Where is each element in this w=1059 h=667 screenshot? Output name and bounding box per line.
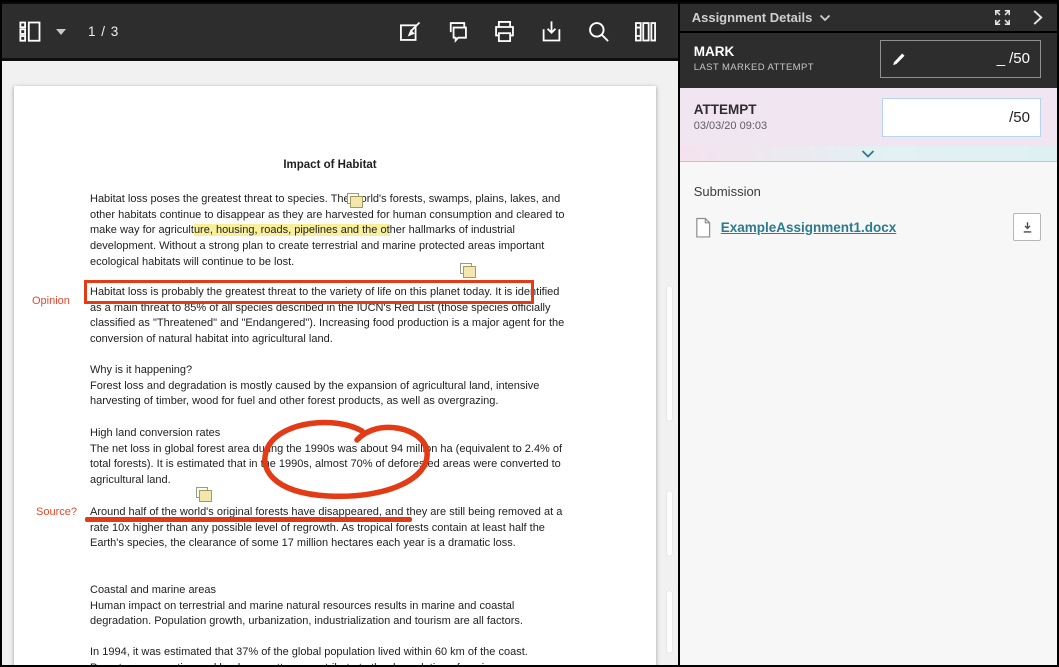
attempt-label: ATTEMPT	[694, 102, 882, 117]
print-icon[interactable]	[491, 17, 519, 45]
annotate-grading-window: 1 / 3	[0, 0, 1059, 667]
document-title: Impact of Habitat	[90, 159, 570, 171]
source-margin-note[interactable]: Source?	[36, 506, 77, 518]
scrollbar-thumb[interactable]	[667, 286, 672, 421]
caret-down-icon[interactable]	[56, 29, 66, 35]
doc-paragraph: Habitat loss poses the greatest threat t…	[90, 192, 570, 271]
pencil-icon	[891, 51, 907, 67]
assignment-details-panel: Assignment Details MARK LAST MARKED ATTE…	[678, 2, 1057, 665]
document-scroll-area[interactable]: Impact of Habitat Habitat loss poses the…	[2, 61, 678, 665]
comment-icon[interactable]	[444, 17, 472, 45]
red-circle-annotation[interactable]	[256, 414, 438, 502]
mark-section: MARK LAST MARKED ATTEMPT _/50	[680, 33, 1057, 88]
scrollbar-thumb[interactable]	[667, 591, 672, 653]
download-submission-button[interactable]	[1013, 213, 1041, 241]
last-marked-attempt-label: LAST MARKED ATTEMPT	[694, 62, 880, 73]
attempt-section: ATTEMPT 03/03/20 09:03 /50	[680, 88, 1057, 146]
mark-label: MARK	[694, 44, 880, 59]
sticky-note-icon[interactable]	[463, 266, 475, 277]
opinion-margin-note[interactable]: Opinion	[32, 295, 70, 307]
red-rectangle-annotation[interactable]	[84, 280, 534, 304]
assignment-details-dropdown[interactable]: Assignment Details	[692, 10, 832, 25]
document-page: Impact of Habitat Habitat loss poses the…	[14, 86, 656, 665]
chevron-right-icon[interactable]	[1030, 9, 1045, 26]
doc-paragraph: Coastal and marine areas Human impact on…	[90, 583, 570, 630]
submission-file-row: ExampleAssignment1.docx	[694, 213, 1041, 241]
submission-section: Submission ExampleAssignment1.docx	[680, 162, 1057, 241]
page-indicator[interactable]: 1 / 3	[88, 24, 119, 39]
mark-score-placeholder: _	[997, 50, 1005, 67]
file-icon	[694, 217, 711, 238]
sticky-note-icon[interactable]	[350, 196, 362, 207]
panel-header: Assignment Details	[680, 2, 1057, 33]
attempt-date: 03/03/20 09:03	[694, 120, 882, 132]
yellow-highlight-annotation[interactable]: ure, housing, roads, pipelines and the o…	[194, 224, 390, 236]
doc-paragraph: In 1994, it was estimated that 37% of th…	[90, 645, 570, 665]
thumbnails-panel-icon[interactable]	[16, 17, 44, 45]
mark-score-box[interactable]: _/50	[880, 40, 1041, 78]
search-icon[interactable]	[585, 17, 613, 45]
submission-file-link[interactable]: ExampleAssignment1.docx	[721, 220, 897, 235]
sticky-note-icon[interactable]	[199, 490, 211, 501]
doc-paragraph: Around half of the world's original fore…	[90, 505, 570, 552]
download-icon	[1020, 220, 1035, 235]
submission-label: Submission	[694, 184, 1041, 199]
expand-icon[interactable]	[993, 8, 1012, 27]
annotate-icon[interactable]	[397, 17, 425, 45]
download-icon[interactable]	[538, 17, 566, 45]
content-library-icon[interactable]	[632, 17, 660, 45]
scrollbar-thumb[interactable]	[667, 491, 672, 556]
attempt-score-suffix: /50	[1009, 109, 1030, 126]
chevron-down-icon	[819, 14, 831, 22]
mark-score-suffix: /50	[1009, 50, 1030, 67]
doc-paragraph: Why is it happening? Forest loss and deg…	[90, 363, 570, 410]
document-viewer: 1 / 3	[2, 2, 678, 665]
viewer-toolbar: 1 / 3	[2, 2, 678, 61]
attempt-score-input[interactable]: /50	[882, 98, 1041, 137]
collapse-scores-strip[interactable]	[680, 146, 1057, 162]
red-underline-annotation[interactable]	[85, 517, 412, 522]
chevron-down-icon	[861, 150, 875, 158]
